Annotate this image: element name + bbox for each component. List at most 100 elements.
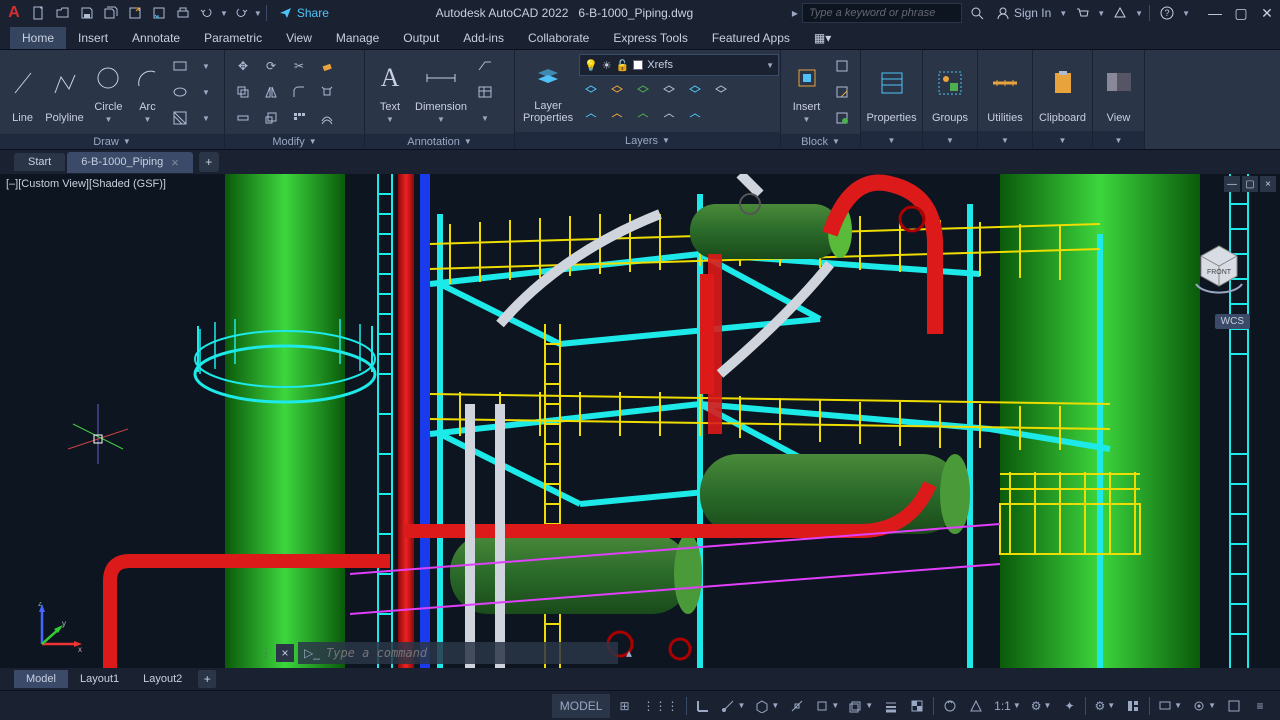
- panel-utilities-title[interactable]: ▼: [978, 131, 1032, 149]
- vp-close-icon[interactable]: ×: [1260, 176, 1276, 192]
- ellipse-dd[interactable]: ▼: [194, 80, 218, 104]
- panel-modify-title[interactable]: Modify▼: [225, 134, 364, 149]
- tab-parametric[interactable]: Parametric: [192, 27, 274, 49]
- panel-layers-title[interactable]: Layers▼: [515, 132, 780, 149]
- layer-tool-2-icon[interactable]: [605, 78, 629, 102]
- status-workspace-icon[interactable]: ⚙▼: [1090, 694, 1119, 718]
- file-tab-start[interactable]: Start: [14, 153, 65, 171]
- scale-icon[interactable]: [259, 106, 283, 130]
- tab-collaborate[interactable]: Collaborate: [516, 27, 601, 49]
- panel-annotation-title[interactable]: Annotation▼: [365, 134, 514, 149]
- edit-attr-icon[interactable]: [830, 106, 854, 130]
- help-dropdown[interactable]: ▼: [1182, 9, 1190, 18]
- leader-icon[interactable]: [473, 54, 497, 78]
- help-icon[interactable]: ?: [1156, 2, 1178, 24]
- status-isolate-icon[interactable]: ▼: [1188, 694, 1220, 718]
- qat-undo-dropdown[interactable]: ▼: [220, 9, 228, 18]
- table-icon[interactable]: [473, 80, 497, 104]
- status-tpy-icon[interactable]: [879, 694, 903, 718]
- status-cleanscreen-icon[interactable]: [1222, 694, 1246, 718]
- tab-view[interactable]: View: [274, 27, 324, 49]
- polyline-button[interactable]: Polyline: [43, 54, 86, 126]
- line-button[interactable]: Line: [6, 54, 39, 126]
- file-tab-active[interactable]: 6-B-1000_Piping×: [67, 152, 193, 173]
- status-model[interactable]: MODEL: [552, 694, 611, 718]
- status-cycling-icon[interactable]: [938, 694, 962, 718]
- qat-saveall-icon[interactable]: [100, 2, 122, 24]
- close-icon[interactable]: ×: [171, 155, 179, 170]
- fillet-icon[interactable]: [287, 80, 311, 104]
- cart-icon[interactable]: [1071, 2, 1093, 24]
- panel-view-title[interactable]: ▼: [1093, 131, 1144, 149]
- text-button[interactable]: AText▼: [371, 54, 409, 126]
- explode-icon[interactable]: [315, 80, 339, 104]
- hatch-dd[interactable]: ▼: [194, 106, 218, 130]
- vp-min-icon[interactable]: —: [1224, 176, 1240, 192]
- rectangle-dd[interactable]: ▼: [194, 54, 218, 78]
- panel-properties-title[interactable]: ▼: [861, 131, 922, 149]
- status-annomonitor-icon[interactable]: ✦: [1057, 694, 1081, 718]
- qat-open-icon[interactable]: [52, 2, 74, 24]
- status-ortho-icon[interactable]: [691, 694, 715, 718]
- edit-block-icon[interactable]: [830, 80, 854, 104]
- cart-dropdown[interactable]: ▼: [1097, 9, 1105, 18]
- viewcube[interactable]: FRONT: [1188, 234, 1250, 296]
- minimize-button[interactable]: —: [1206, 4, 1224, 22]
- layer-tool-7-icon[interactable]: [579, 104, 603, 128]
- status-3dosnap-icon[interactable]: ▼: [811, 694, 843, 718]
- cmd-close-icon[interactable]: ×: [276, 644, 294, 662]
- ellipse-icon[interactable]: [168, 80, 192, 104]
- status-grid-icon[interactable]: ⊞: [612, 694, 636, 718]
- offset-icon[interactable]: [315, 106, 339, 130]
- tab-express[interactable]: Express Tools: [601, 27, 699, 49]
- cmd-drag-handle[interactable]: ⋮⋮: [260, 646, 272, 660]
- app-dropdown[interactable]: ▼: [1135, 9, 1143, 18]
- close-button[interactable]: ✕: [1258, 4, 1276, 22]
- status-scale[interactable]: 1:1▼: [990, 694, 1025, 718]
- layer-tool-11-icon[interactable]: [683, 104, 707, 128]
- qat-new-icon[interactable]: [28, 2, 50, 24]
- share-button[interactable]: Share: [271, 6, 337, 20]
- tab-home[interactable]: Home: [10, 27, 66, 49]
- status-polar-icon[interactable]: ▼: [717, 694, 749, 718]
- status-transparency-icon[interactable]: [905, 694, 929, 718]
- status-snap-icon[interactable]: ⋮⋮⋮: [638, 694, 682, 718]
- properties-button[interactable]: Properties: [865, 54, 919, 126]
- viewport-label[interactable]: [–][Custom View][Shaded (GSF)]: [6, 178, 166, 190]
- rectangle-icon[interactable]: [168, 54, 192, 78]
- trim-icon[interactable]: ✂: [287, 54, 311, 78]
- layer-tool-5-icon[interactable]: [683, 78, 707, 102]
- table-dd[interactable]: ▼: [473, 106, 497, 130]
- tab-featured[interactable]: Featured Apps: [700, 27, 802, 49]
- qat-openweb-icon[interactable]: [124, 2, 146, 24]
- layer-tool-8-icon[interactable]: [605, 104, 629, 128]
- command-input[interactable]: [298, 642, 618, 664]
- tab-addins[interactable]: Add-ins: [451, 27, 516, 49]
- mirror-icon[interactable]: [259, 80, 283, 104]
- create-block-icon[interactable]: [830, 54, 854, 78]
- layer-tool-6-icon[interactable]: [709, 78, 733, 102]
- rotate-icon[interactable]: ⟳: [259, 54, 283, 78]
- dimension-button[interactable]: Dimension▼: [413, 54, 469, 126]
- vp-max-icon[interactable]: ▢: [1242, 176, 1258, 192]
- status-osnap-icon[interactable]: [785, 694, 809, 718]
- layer-tool-1-icon[interactable]: [579, 78, 603, 102]
- status-annoscale-icon[interactable]: [964, 694, 988, 718]
- status-isodraft-icon[interactable]: ▼: [751, 694, 783, 718]
- panel-groups-title[interactable]: ▼: [923, 131, 977, 149]
- file-tab-add[interactable]: +: [199, 152, 219, 172]
- layer-properties-button[interactable]: Layer Properties: [521, 54, 575, 126]
- tab-annotate[interactable]: Annotate: [120, 27, 192, 49]
- arc-button[interactable]: Arc▼: [131, 54, 164, 126]
- user-icon[interactable]: Sign In: [992, 2, 1055, 24]
- search-icon[interactable]: [966, 2, 988, 24]
- panel-clipboard-title[interactable]: ▼: [1033, 131, 1092, 149]
- cmd-recent-icon[interactable]: ▴: [622, 646, 636, 660]
- groups-button[interactable]: Groups: [929, 54, 971, 126]
- tab-layout1[interactable]: Layout1: [68, 670, 131, 688]
- qat-redo-dropdown[interactable]: ▼: [254, 9, 262, 18]
- status-ui-icon[interactable]: [1121, 694, 1145, 718]
- view-button[interactable]: View: [1099, 54, 1138, 126]
- panel-draw-title[interactable]: Draw▼: [0, 134, 224, 149]
- clipboard-button[interactable]: Clipboard: [1037, 54, 1088, 126]
